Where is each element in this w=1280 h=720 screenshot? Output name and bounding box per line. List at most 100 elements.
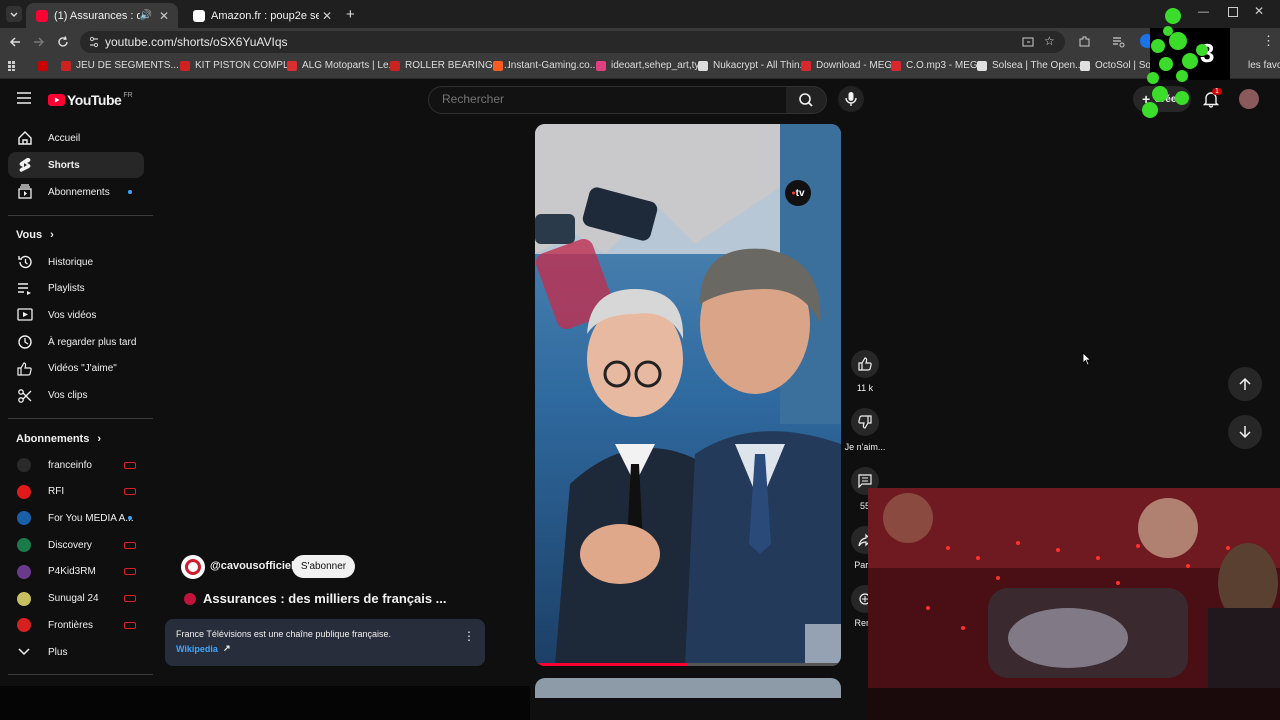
- show-more-button[interactable]: Plus: [8, 640, 144, 664]
- sidebar-item-abonnements[interactable]: Abonnements: [8, 179, 144, 205]
- search-input[interactable]: [440, 91, 774, 107]
- cast-icon[interactable]: [1022, 36, 1034, 48]
- bookmark-star-icon[interactable]: ☆: [1044, 34, 1055, 48]
- close-window-icon[interactable]: ✕: [1254, 4, 1264, 18]
- bookmark-item[interactable]: les favoris: [1248, 60, 1280, 71]
- live-indicator-icon: [124, 621, 136, 629]
- apps-grid-icon[interactable]: [8, 61, 18, 71]
- sidebar-divider: [8, 674, 153, 675]
- bookmark-label: KIT PISTON COMPL...: [195, 60, 297, 71]
- subscription-item[interactable]: Discovery: [8, 533, 144, 557]
- green-hearts-overlay: [1142, 8, 1208, 118]
- youtube-logo[interactable]: YouTube FR: [48, 92, 133, 108]
- next-short-button[interactable]: [1228, 415, 1262, 449]
- subscription-item[interactable]: Frontières: [8, 613, 144, 637]
- reload-icon[interactable]: [56, 35, 70, 49]
- short-video-player[interactable]: ● tv: [535, 124, 841, 666]
- like-button[interactable]: [851, 350, 879, 378]
- sidebar-item-playlists[interactable]: Playlists: [8, 276, 144, 302]
- tab-amazon[interactable]: Amazon.fr : poup2e sexuelle ✕: [183, 3, 341, 28]
- channel-avatar: [17, 484, 31, 499]
- speaker-icon[interactable]: 🔊: [140, 10, 152, 21]
- bookmark-item[interactable]: ALG Motoparts | Le...: [287, 60, 397, 71]
- guide-menu-icon[interactable]: [17, 92, 31, 104]
- subscriptions-section-title[interactable]: Abonnements ›: [16, 433, 101, 445]
- bookmark-item[interactable]: Instant-Gaming.co...: [493, 60, 598, 71]
- sidebar-item-label: Playlists: [48, 283, 85, 295]
- tv-badge-label: tv: [795, 187, 805, 199]
- sidebar-item-label: Vidéos "J'aime": [48, 363, 117, 375]
- sidebar-item-shorts[interactable]: Shorts: [8, 152, 144, 178]
- screen-bottom-bar: [0, 686, 530, 720]
- bookmark-favicon-icon: [977, 60, 987, 71]
- bookmark-favicon-icon: [1080, 60, 1090, 71]
- channel-avatar: [17, 564, 31, 579]
- channel-avatar: [17, 618, 31, 633]
- close-tab-icon[interactable]: ✕: [319, 9, 335, 23]
- chevron-right-icon: ›: [97, 433, 102, 445]
- new-tab-icon[interactable]: +: [346, 6, 355, 23]
- bookmark-item[interactable]: ideoart,sehep_art,ty...: [596, 60, 707, 71]
- bookmark-favicon-icon: [180, 60, 190, 71]
- watch-later-icon: [17, 334, 33, 350]
- dislike-button[interactable]: [851, 408, 879, 436]
- info-panel-menu-icon[interactable]: ⋮: [463, 629, 475, 643]
- you-section-label: Vous: [16, 229, 43, 241]
- microphone-icon: [845, 92, 857, 106]
- sidebar-item-vos-clips[interactable]: Vos clips: [8, 383, 144, 409]
- bookmark-label: Nukacrypt - All Thin...: [713, 60, 808, 71]
- new-content-dot: [128, 190, 132, 194]
- channel-avatar: [17, 591, 31, 606]
- channel-avatar[interactable]: [181, 555, 205, 579]
- media-icon[interactable]: [1112, 36, 1125, 48]
- subscribe-button[interactable]: S'abonner: [292, 555, 355, 578]
- forward-icon[interactable]: [32, 35, 46, 49]
- bookmark-label: JEU DE SEGMENTS...: [76, 60, 179, 71]
- bookmark-item[interactable]: C.O.mp3 - MEGA: [891, 60, 984, 71]
- channel-avatar: [17, 511, 31, 526]
- bookmark-item[interactable]: JEU DE SEGMENTS...: [61, 60, 179, 71]
- subscription-item[interactable]: Sunugal 24: [8, 587, 144, 611]
- next-short-preview[interactable]: [535, 678, 841, 698]
- channel-avatar: [17, 458, 31, 472]
- bookmark-item[interactable]: Solsea | The Open...: [977, 60, 1083, 71]
- subscription-item[interactable]: franceinfo: [8, 453, 144, 477]
- bookmark-label: ideoart,sehep_art,ty...: [611, 60, 707, 71]
- bookmark-item[interactable]: Nukacrypt - All Thin...: [698, 60, 808, 71]
- back-icon[interactable]: [8, 35, 22, 49]
- subscription-item[interactable]: RFI: [8, 480, 144, 504]
- bookmark-item[interactable]: Download - MEGA: [801, 60, 899, 71]
- previous-short-button[interactable]: [1228, 367, 1262, 401]
- browser-menu-icon[interactable]: ⋮: [1262, 33, 1275, 49]
- chevron-right-icon: ›: [50, 229, 54, 241]
- voice-search-button[interactable]: [838, 86, 864, 112]
- sidebar-item-vid-os-j-aime[interactable]: Vidéos "J'aime": [8, 356, 144, 382]
- arrow-up-icon: [1239, 377, 1251, 390]
- site-info-icon[interactable]: [88, 36, 100, 48]
- search-icon: [799, 93, 813, 107]
- bookmark-label: les favoris: [1248, 60, 1280, 71]
- tab-youtube[interactable]: (1) Assurances : des mil 🔊 ✕: [26, 3, 178, 28]
- url-text[interactable]: youtube.com/shorts/oSX6YuAVIqs: [105, 35, 288, 49]
- you-section-title[interactable]: Vous ›: [16, 229, 54, 241]
- subscription-item[interactable]: P4Kid3RM: [8, 560, 144, 584]
- bookmark-item[interactable]: ROLLER BEARING 2...: [390, 60, 509, 71]
- wikipedia-link[interactable]: Wikipedia ↗: [176, 643, 230, 654]
- avatar[interactable]: [1239, 89, 1259, 109]
- search-button[interactable]: [786, 86, 827, 114]
- show-more-label: Plus: [48, 646, 68, 658]
- sidebar-item--regarder-plus-tard[interactable]: À regarder plus tard: [8, 329, 144, 355]
- close-tab-icon[interactable]: ✕: [156, 9, 172, 23]
- bookmark-item[interactable]: KIT PISTON COMPL...: [180, 60, 297, 71]
- short-title[interactable]: Assurances : des milliers de français ..…: [203, 591, 447, 606]
- sidebar-item-accueil[interactable]: Accueil: [8, 125, 144, 151]
- sidebar-item-historique[interactable]: Historique: [8, 249, 144, 275]
- sidebar-item-vos-vid-os[interactable]: Vos vidéos: [8, 302, 144, 328]
- subscription-item[interactable]: For You MEDIA A...: [8, 506, 144, 530]
- tab-search-button[interactable]: [6, 6, 22, 22]
- channel-name[interactable]: @cavousofficiel: [210, 560, 294, 572]
- youtube-logo-icon: [48, 94, 65, 106]
- bookmark-favicon-icon: [891, 60, 901, 71]
- youtube-bookmark-icon[interactable]: [38, 61, 48, 71]
- extensions-icon[interactable]: [1078, 35, 1091, 48]
